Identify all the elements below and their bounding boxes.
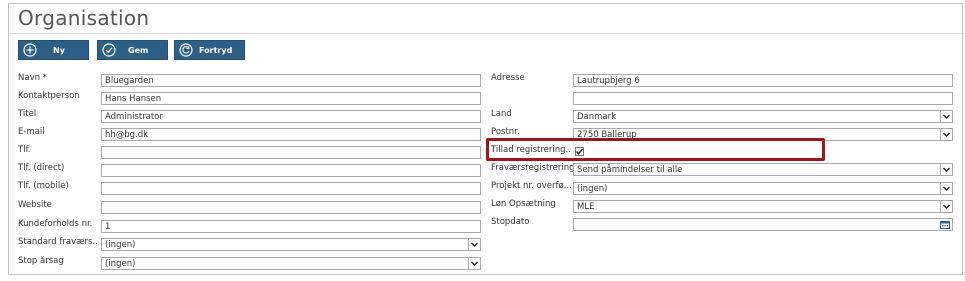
postal-label: Postnr. <box>491 127 520 137</box>
chevron-down-icon[interactable] <box>940 129 952 140</box>
phone-direct-field[interactable] <box>101 164 481 177</box>
title-field[interactable]: Administrator <box>101 110 481 123</box>
standard-absence-select[interactable]: (ingen) <box>101 238 481 251</box>
new-button[interactable]: Ny <box>18 40 89 60</box>
email-field[interactable]: hh@bg.dk <box>101 128 481 141</box>
email-label: E-mail <box>18 127 45 137</box>
phone-mobile-label: Tlf. (mobile) <box>18 181 69 191</box>
country-label: Land <box>491 109 512 119</box>
phone-mobile-field[interactable] <box>101 182 481 195</box>
save-button[interactable]: Gem <box>97 40 168 60</box>
chevron-down-icon[interactable] <box>468 258 480 269</box>
stop-date-field[interactable] <box>573 218 953 231</box>
chevron-down-icon[interactable] <box>468 239 480 250</box>
contact-person-field[interactable]: Hans Hansen <box>101 92 481 105</box>
calendar-icon[interactable] <box>940 220 950 229</box>
customer-no-field[interactable]: 1 <box>101 220 481 233</box>
plus-circle-icon <box>23 43 37 57</box>
absence-registration-select[interactable]: Send påmindelser til alle <box>573 163 953 176</box>
name-field[interactable]: Bluegarden <box>101 74 481 87</box>
stop-reason-value: (ingen) <box>105 259 136 269</box>
page-title: Organisation <box>18 6 150 30</box>
standard-absence-label: Standard fraværs... <box>18 237 98 247</box>
highlight-box <box>486 138 825 161</box>
payroll-setup-label: Løn Opsætning <box>491 199 556 209</box>
undo-button-label: Fortryd <box>199 46 233 55</box>
country-select[interactable]: Danmark <box>573 110 953 123</box>
customer-no-label: Kundeforholds nr. <box>18 219 93 229</box>
absence-registration-value: Send påmindelser til alle <box>577 165 683 175</box>
phone-label: Tlf. <box>18 145 31 155</box>
check-circle-icon <box>102 43 116 57</box>
stop-reason-label: Stop årsag <box>18 256 64 266</box>
chevron-down-icon[interactable] <box>940 201 952 212</box>
contact-person-label: Kontaktperson <box>18 91 80 101</box>
title-divider <box>9 33 962 34</box>
chevron-down-icon[interactable] <box>940 164 952 175</box>
project-transfer-select[interactable]: (ingen) <box>573 182 953 195</box>
chevron-down-icon[interactable] <box>940 111 952 122</box>
stop-reason-select[interactable]: (ingen) <box>101 257 481 270</box>
absence-registration-label: Fraværsregistrering <box>491 163 573 173</box>
title-label: Titel <box>18 109 37 119</box>
project-transfer-value: (ingen) <box>577 184 608 194</box>
stop-date-label: Stopdato <box>491 217 530 227</box>
name-label: Navn * <box>18 73 47 83</box>
address-line2-field[interactable] <box>573 92 953 105</box>
country-value: Danmark <box>577 112 617 122</box>
save-button-label: Gem <box>128 46 149 55</box>
website-label: Website <box>18 200 52 210</box>
standard-absence-value: (ingen) <box>105 240 136 250</box>
phone-field[interactable] <box>101 146 481 159</box>
new-button-label: Ny <box>53 46 65 55</box>
project-transfer-label: Projekt nr. overfø... <box>491 181 571 191</box>
address-field[interactable]: Lautrupbjerg 6 <box>573 74 953 87</box>
payroll-setup-select[interactable]: MLE <box>573 200 953 213</box>
phone-direct-label: Tlf. (direct) <box>18 163 65 173</box>
undo-button[interactable]: Fortryd <box>174 40 245 60</box>
chevron-down-icon[interactable] <box>940 183 952 194</box>
website-field[interactable] <box>101 201 481 214</box>
address-label: Adresse <box>491 73 525 83</box>
payroll-setup-value: MLE <box>577 202 595 212</box>
undo-circle-icon <box>179 43 193 57</box>
